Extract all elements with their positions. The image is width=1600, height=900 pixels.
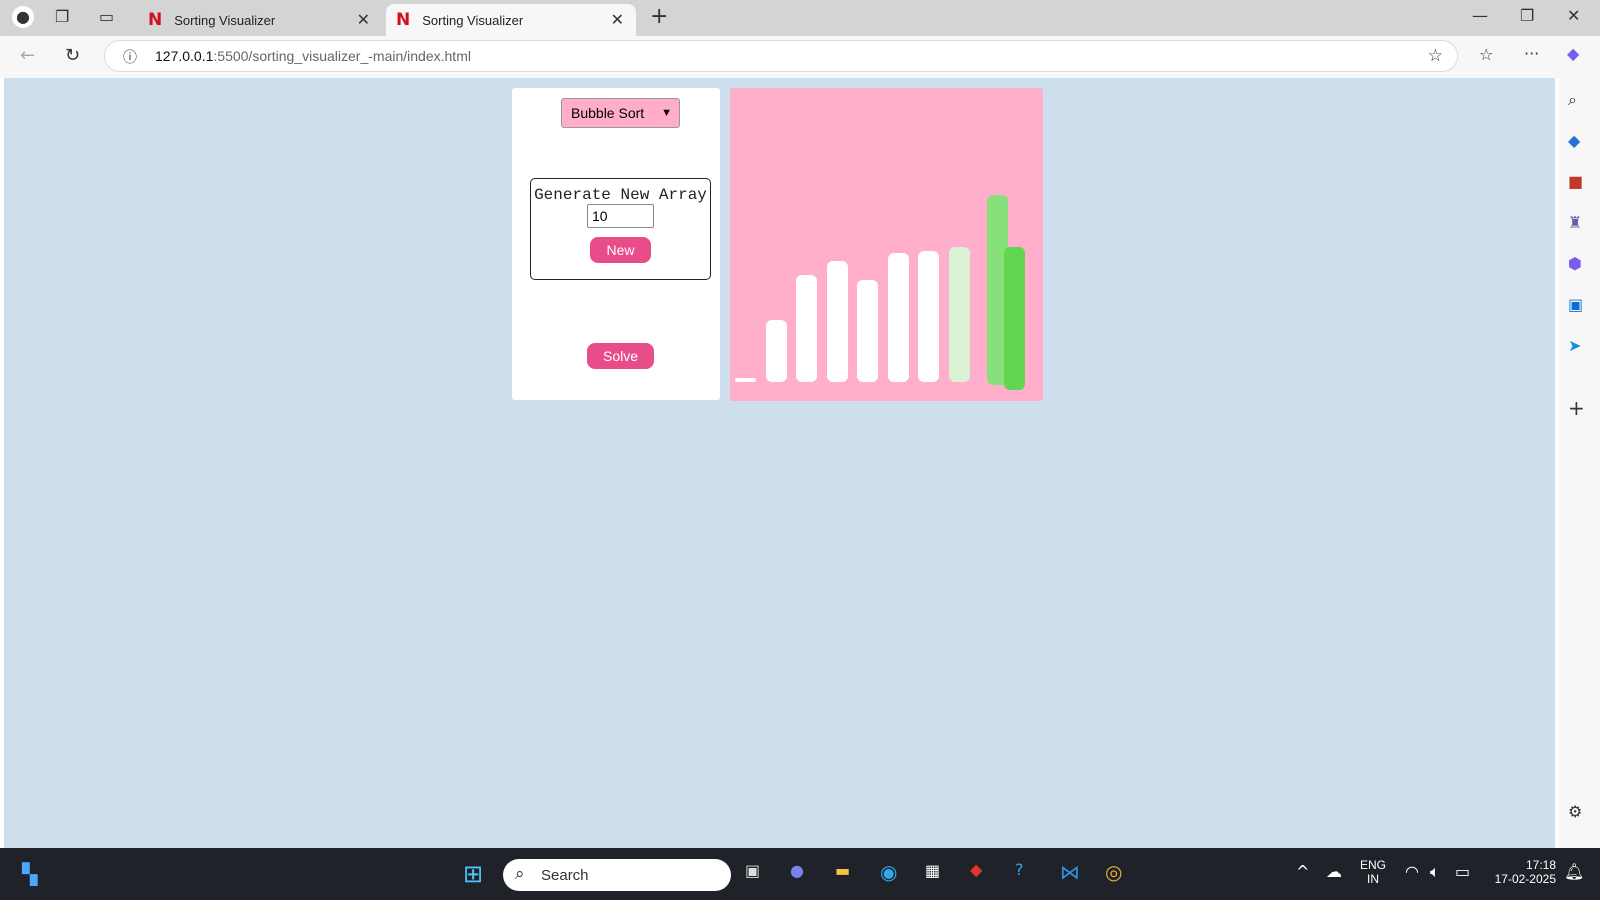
chevron-down-icon: ▼ xyxy=(661,107,672,119)
help-icon[interactable]: ? xyxy=(1015,860,1024,879)
time: 17:18 xyxy=(1525,858,1556,872)
date: 17-02-2025 xyxy=(1494,872,1556,886)
send-icon[interactable]: ➤ xyxy=(1568,336,1581,355)
close-tab-icon[interactable]: ✕ xyxy=(357,10,370,30)
back-icon[interactable]: ← xyxy=(20,45,35,66)
bar-3 xyxy=(796,275,817,382)
vscode-icon[interactable]: ⋈ xyxy=(1060,860,1080,884)
tab-actions-icon[interactable]: ▭ xyxy=(99,7,114,26)
algorithm-selected: Bubble Sort xyxy=(571,105,645,121)
teams-icon[interactable]: ● xyxy=(790,861,804,880)
onedrive-icon[interactable]: ☁ xyxy=(1326,862,1342,881)
more-icon[interactable]: ··· xyxy=(1524,44,1539,63)
copilot-icon[interactable]: ◆ xyxy=(1567,44,1579,63)
lang: ENG xyxy=(1360,858,1387,872)
bar-4 xyxy=(826,261,848,382)
site-info-icon[interactable]: ⓘ xyxy=(123,47,137,67)
language-indicator[interactable]: ENG IN xyxy=(1360,858,1386,886)
add-icon[interactable]: + xyxy=(1568,396,1585,420)
url-input[interactable]: ⓘ 127.0.0.1:5500/sorting_visualizer_-mai… xyxy=(104,40,1458,72)
m365-icon[interactable]: ⬢ xyxy=(1568,254,1582,273)
widgets-icon[interactable]: ▚ xyxy=(22,862,37,886)
bar-2 xyxy=(765,320,787,382)
edge-icon[interactable]: ◉ xyxy=(880,860,897,884)
edge-sidebar: ⌕ ◆ ■ ♜ ⬢ ▣ ➤ + ⚙ xyxy=(1559,78,1600,848)
generate-array-box: Generate New Array 10 New xyxy=(530,178,711,280)
bar-8 xyxy=(948,247,970,382)
close-tab-icon[interactable]: ✕ xyxy=(611,10,624,30)
tools-icon[interactable]: ■ xyxy=(1568,172,1583,191)
address-bar-row: ← ↻ ⓘ 127.0.0.1:5500/sorting_visualizer_… xyxy=(0,36,1600,78)
controls-panel: Bubble Sort ▼ Generate New Array 10 New S… xyxy=(512,88,720,400)
generate-label: Generate New Array xyxy=(534,186,707,204)
chrome-icon[interactable]: ◎ xyxy=(1105,860,1122,884)
algorithm-select[interactable]: Bubble Sort ▼ xyxy=(561,98,680,128)
search-placeholder: Search xyxy=(541,866,589,884)
file-explorer-icon[interactable]: ▬ xyxy=(835,861,850,880)
games-icon[interactable]: ♜ xyxy=(1568,213,1582,232)
profile-icon[interactable]: ● xyxy=(12,6,34,28)
shopping-tag-icon[interactable]: ◆ xyxy=(1568,131,1580,150)
solve-button[interactable]: Solve xyxy=(587,343,654,369)
taskbar-search[interactable]: ⌕ Search xyxy=(503,859,731,891)
bar-10 xyxy=(1003,247,1025,390)
url-host: 127.0.0.1 xyxy=(155,48,214,64)
bar-7 xyxy=(918,251,939,382)
close-window-icon[interactable]: ✕ xyxy=(1567,6,1580,25)
restore-icon[interactable]: ❐ xyxy=(1520,6,1534,25)
tab-bar: ● ❐ ▭ N Sorting Visualizer ✕ N Sorting Visu… xyxy=(0,0,1600,36)
new-array-button[interactable]: New xyxy=(590,237,651,263)
bar-5 xyxy=(857,280,878,382)
region: IN xyxy=(1367,872,1379,886)
visualizer-canvas xyxy=(730,88,1043,401)
minimize-icon[interactable]: — xyxy=(1472,6,1488,25)
netflix-favicon-icon: N xyxy=(148,10,163,30)
app-icon[interactable]: ◆ xyxy=(970,860,982,879)
bar-6 xyxy=(887,253,909,382)
favorite-star-icon[interactable]: ☆ xyxy=(1428,46,1443,66)
tab-2[interactable]: N Sorting Visualizer ✕ xyxy=(386,4,636,36)
favorites-icon[interactable]: ☆ xyxy=(1479,45,1493,64)
tray-chevron-up-icon[interactable]: ^ xyxy=(1296,862,1309,881)
search-icon: ⌕ xyxy=(515,864,525,884)
taskbar: ▚ ⊞ ⌕ Search ▣ ● ▬ ◉ ▦ ◆ ? ⋈ ◎ ^ ☁ ENG IN … xyxy=(0,848,1600,900)
settings-gear-icon[interactable]: ⚙ xyxy=(1568,802,1582,821)
array-size-input[interactable]: 10 xyxy=(587,204,654,228)
task-view-icon[interactable]: ▣ xyxy=(745,861,760,880)
clock[interactable]: 17:18 17-02-2025 xyxy=(1488,858,1556,886)
outlook-icon[interactable]: ▣ xyxy=(1568,295,1583,314)
url-path: :5500/sorting_visualizer_-main/index.htm… xyxy=(213,48,471,64)
tab-1[interactable]: N Sorting Visualizer ✕ xyxy=(138,4,382,36)
volume-icon[interactable]: 🔈︎ xyxy=(1430,862,1440,882)
bar-1 xyxy=(735,378,756,382)
netflix-favicon-icon: N xyxy=(396,10,411,30)
windows-start-icon[interactable]: ⊞ xyxy=(463,860,483,888)
workspaces-icon[interactable]: ❐ xyxy=(55,7,69,26)
store-icon[interactable]: ▦ xyxy=(925,861,940,880)
tab-title: Sorting Visualizer xyxy=(174,12,276,28)
tab-title: Sorting Visualizer xyxy=(422,12,524,28)
new-tab-icon[interactable]: + xyxy=(650,4,668,29)
search-icon[interactable]: ⌕ xyxy=(1568,90,1577,110)
refresh-icon[interactable]: ↻ xyxy=(65,45,80,66)
wifi-icon[interactable]: ◠ xyxy=(1405,862,1419,881)
notification-bell-icon[interactable]: 🔔︎ xyxy=(1564,862,1584,881)
battery-icon[interactable]: ▭ xyxy=(1455,862,1470,881)
